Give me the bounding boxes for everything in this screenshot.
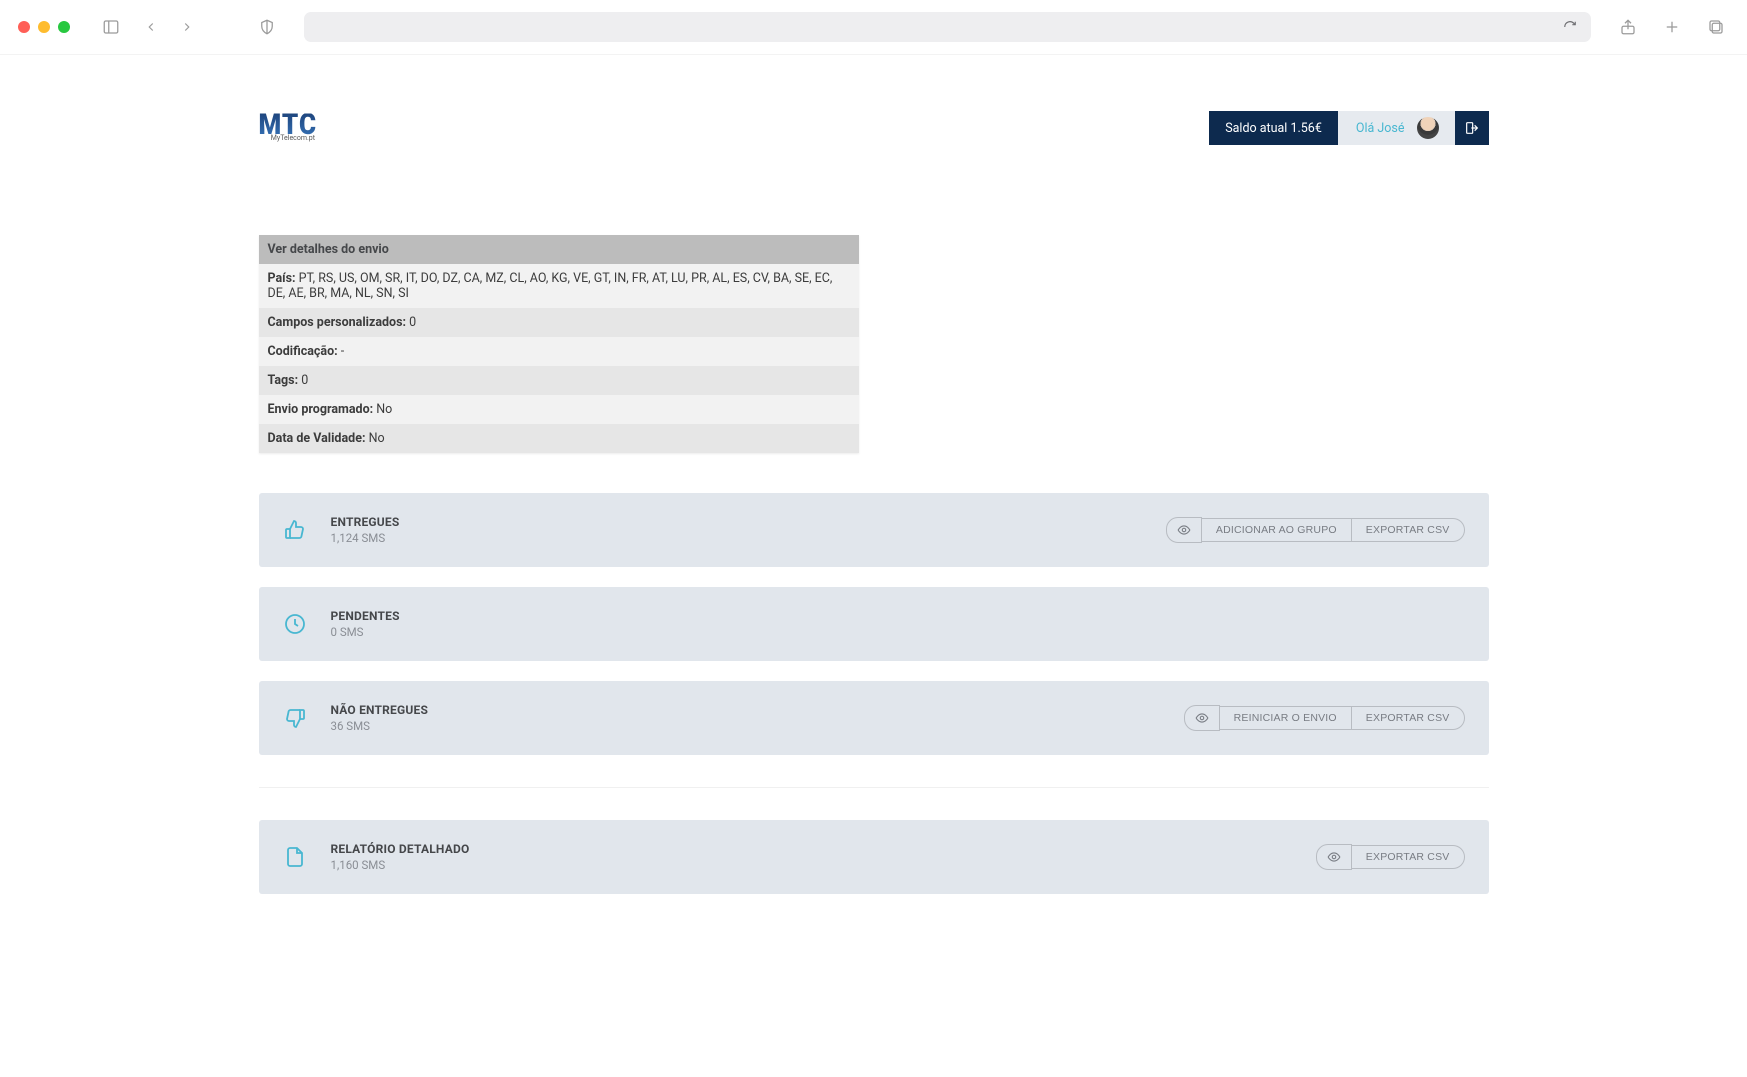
maximize-window-button[interactable]: [58, 21, 70, 33]
window-controls: [18, 21, 70, 33]
clock-icon: [283, 612, 307, 636]
details-row: Envio programado: No: [259, 395, 859, 424]
details-header: Ver detalhes do envio: [259, 235, 859, 264]
eye-icon: [1177, 523, 1191, 537]
new-tab-icon[interactable]: [1659, 14, 1685, 40]
card-count: 0 SMS: [331, 625, 400, 639]
card-count: 1,160 SMS: [331, 858, 470, 872]
avatar[interactable]: [1415, 115, 1441, 141]
forward-button[interactable]: [176, 16, 198, 38]
address-bar[interactable]: [304, 12, 1591, 42]
card-title: PENDENTES: [331, 609, 400, 623]
details-value: -: [341, 344, 344, 359]
card-count: 36 SMS: [331, 719, 429, 733]
details-value: PT, RS, US, OM, SR, IT, DO, DZ, CA, MZ, …: [268, 271, 833, 301]
browser-chrome: [0, 0, 1747, 55]
card-actions: EXPORTAR CSV: [1316, 844, 1465, 870]
card-title: ENTREGUES: [331, 515, 400, 529]
card-actions: ADICIONAR AO GRUPO EXPORTAR CSV: [1166, 517, 1465, 543]
card-undelivered: NÃO ENTREGUES 36 SMS REINICIAR O ENVIO E…: [259, 681, 1489, 755]
details-row: Codificação: -: [259, 337, 859, 366]
card-actions: REINICIAR O ENVIO EXPORTAR CSV: [1184, 705, 1465, 731]
balance-chip[interactable]: Saldo atual 1.56€: [1209, 111, 1338, 145]
user-greeting[interactable]: Olá José: [1338, 111, 1455, 145]
details-key: Campos personalizados:: [268, 315, 410, 330]
section-divider: [259, 787, 1489, 788]
app-header: MTC MyTelecom.pt Saldo atual 1.56€ Olá J…: [259, 55, 1489, 145]
view-button[interactable]: [1184, 705, 1220, 731]
file-icon: [283, 845, 307, 869]
thumbs-up-icon: [283, 518, 307, 542]
view-button[interactable]: [1316, 844, 1352, 870]
account-bar: Saldo atual 1.56€ Olá José: [1209, 111, 1488, 145]
close-window-button[interactable]: [18, 21, 30, 33]
minimize-window-button[interactable]: [38, 21, 50, 33]
details-key: Data de Validade:: [268, 431, 369, 446]
card-pending: PENDENTES 0 SMS: [259, 587, 1489, 661]
greeting-text: Olá José: [1356, 121, 1405, 136]
tabs-overview-icon[interactable]: [1703, 14, 1729, 40]
card-count: 1,124 SMS: [331, 531, 400, 545]
export-csv-button[interactable]: EXPORTAR CSV: [1352, 845, 1465, 869]
add-to-group-button[interactable]: ADICIONAR AO GRUPO: [1202, 518, 1352, 542]
details-key: País:: [268, 271, 299, 286]
details-row: Tags: 0: [259, 366, 859, 395]
share-icon[interactable]: [1615, 14, 1641, 40]
sidebar-toggle-icon[interactable]: [98, 14, 124, 40]
details-row: País: PT, RS, US, OM, SR, IT, DO, DZ, CA…: [259, 264, 859, 308]
thumbs-down-icon: [283, 706, 307, 730]
export-csv-button[interactable]: EXPORTAR CSV: [1352, 518, 1465, 542]
card-title: NÃO ENTREGUES: [331, 703, 429, 717]
logout-button[interactable]: [1455, 111, 1489, 145]
view-button[interactable]: [1166, 517, 1202, 543]
eye-icon: [1195, 711, 1209, 725]
details-value: 0: [409, 315, 416, 330]
status-cards: ENTREGUES 1,124 SMS ADICIONAR AO GRUPO E…: [259, 493, 1489, 894]
chrome-right-controls: [1615, 14, 1729, 40]
logo[interactable]: MTC MyTelecom.pt: [259, 115, 318, 141]
back-button[interactable]: [140, 16, 162, 38]
card-title: RELATÓRIO DETALHADO: [331, 842, 470, 856]
export-csv-button[interactable]: EXPORTAR CSV: [1352, 706, 1465, 730]
details-key: Tags:: [268, 373, 302, 388]
logout-icon: [1464, 120, 1480, 136]
card-report: RELATÓRIO DETALHADO 1,160 SMS EXPORTAR C…: [259, 820, 1489, 894]
card-delivered: ENTREGUES 1,124 SMS ADICIONAR AO GRUPO E…: [259, 493, 1489, 567]
details-value: No: [369, 431, 385, 446]
details-value: No: [376, 402, 392, 417]
send-details-panel: Ver detalhes do envio País: PT, RS, US, …: [259, 235, 859, 453]
details-key: Envio programado:: [268, 402, 377, 417]
eye-icon: [1327, 850, 1341, 864]
details-value: 0: [301, 373, 308, 388]
reload-icon[interactable]: [1559, 16, 1581, 38]
details-row: Data de Validade: No: [259, 424, 859, 453]
nav-arrows: [140, 16, 198, 38]
retry-send-button[interactable]: REINICIAR O ENVIO: [1220, 706, 1352, 730]
details-row: Campos personalizados: 0: [259, 308, 859, 337]
logo-mark: MTC: [259, 113, 318, 137]
details-key: Codificação:: [268, 344, 341, 359]
shield-icon[interactable]: [254, 14, 280, 40]
